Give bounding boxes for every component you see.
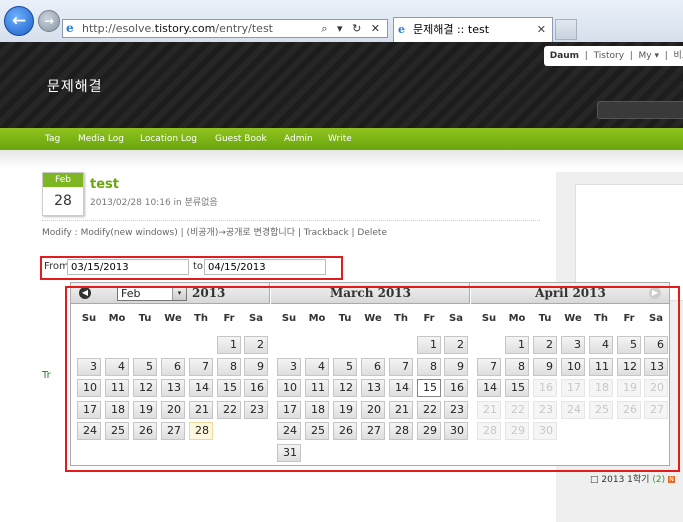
nav-admin[interactable]: Admin	[284, 128, 313, 150]
post-date-badge: Feb 28	[42, 172, 84, 216]
browser-tab[interactable]: e 문제해결 :: test ✕	[393, 17, 553, 42]
address-tools-icons[interactable]: ⌕ ▾ ↻ ✕	[321, 20, 383, 37]
tab-close-icon[interactable]: ✕	[537, 18, 546, 41]
trackback-link[interactable]: Tr	[42, 370, 51, 381]
post-title[interactable]: test	[90, 177, 119, 192]
url-text: http://esolve.tistory.com/entry/test	[82, 22, 273, 35]
nav-guest-book[interactable]: Guest Book	[215, 128, 267, 150]
header-shadow	[0, 150, 683, 168]
blog-search-input[interactable]	[597, 101, 683, 119]
nav-media-log[interactable]: Media Log	[78, 128, 124, 150]
tab-title: 문제해결 :: test	[413, 23, 490, 36]
to-date-input[interactable]	[204, 259, 326, 275]
tistory-link[interactable]: Tistory	[594, 51, 624, 61]
post-divider	[42, 220, 540, 221]
forward-arrow-icon[interactable]: →	[38, 10, 60, 32]
new-tab-button[interactable]	[555, 19, 577, 40]
post-actions[interactable]: Modify : Modify(new windows) | (비공개)→공개로…	[42, 225, 387, 238]
nav-write[interactable]: Write	[328, 128, 352, 150]
post-meta: 2013/02/28 10:16 in 분류없음	[90, 198, 218, 208]
back-arrow-icon[interactable]: ←	[4, 6, 34, 36]
ie-page-icon: e	[66, 21, 74, 35]
blog-title[interactable]: 문제해결	[47, 76, 103, 96]
daum-link[interactable]: Daum	[550, 51, 579, 61]
category-label: 2013 1학기	[601, 475, 650, 485]
post-day: 28	[54, 193, 72, 209]
nav-location-log[interactable]: Location Log	[140, 128, 197, 150]
ie-tab-icon: e	[398, 23, 405, 36]
my-menu[interactable]: My ▾	[639, 51, 659, 61]
datepicker-highlight	[65, 286, 680, 472]
to-label: to	[193, 261, 204, 272]
from-date-input[interactable]	[67, 259, 189, 275]
trackback-text: Tr	[42, 370, 51, 381]
new-badge-icon: N	[667, 476, 675, 483]
daum-bar: Daum | Tistory | My ▾ | 비로그	[544, 46, 683, 66]
address-bar[interactable]: e http://esolve.tistory.com/entry/test ⌕…	[62, 19, 388, 38]
sidebar-category-item[interactable]: □ 2013 1학기 (2) N	[590, 472, 675, 485]
category-count: (2)	[652, 475, 666, 485]
from-label: From	[44, 261, 69, 272]
folder-icon: □	[590, 475, 599, 485]
nav-tag[interactable]: Tag	[45, 128, 60, 150]
post-month: Feb	[43, 173, 83, 187]
login-link[interactable]: 비로그	[674, 51, 683, 61]
blog-nav: Tag Media Log Location Log Guest Book Ad…	[0, 128, 683, 151]
